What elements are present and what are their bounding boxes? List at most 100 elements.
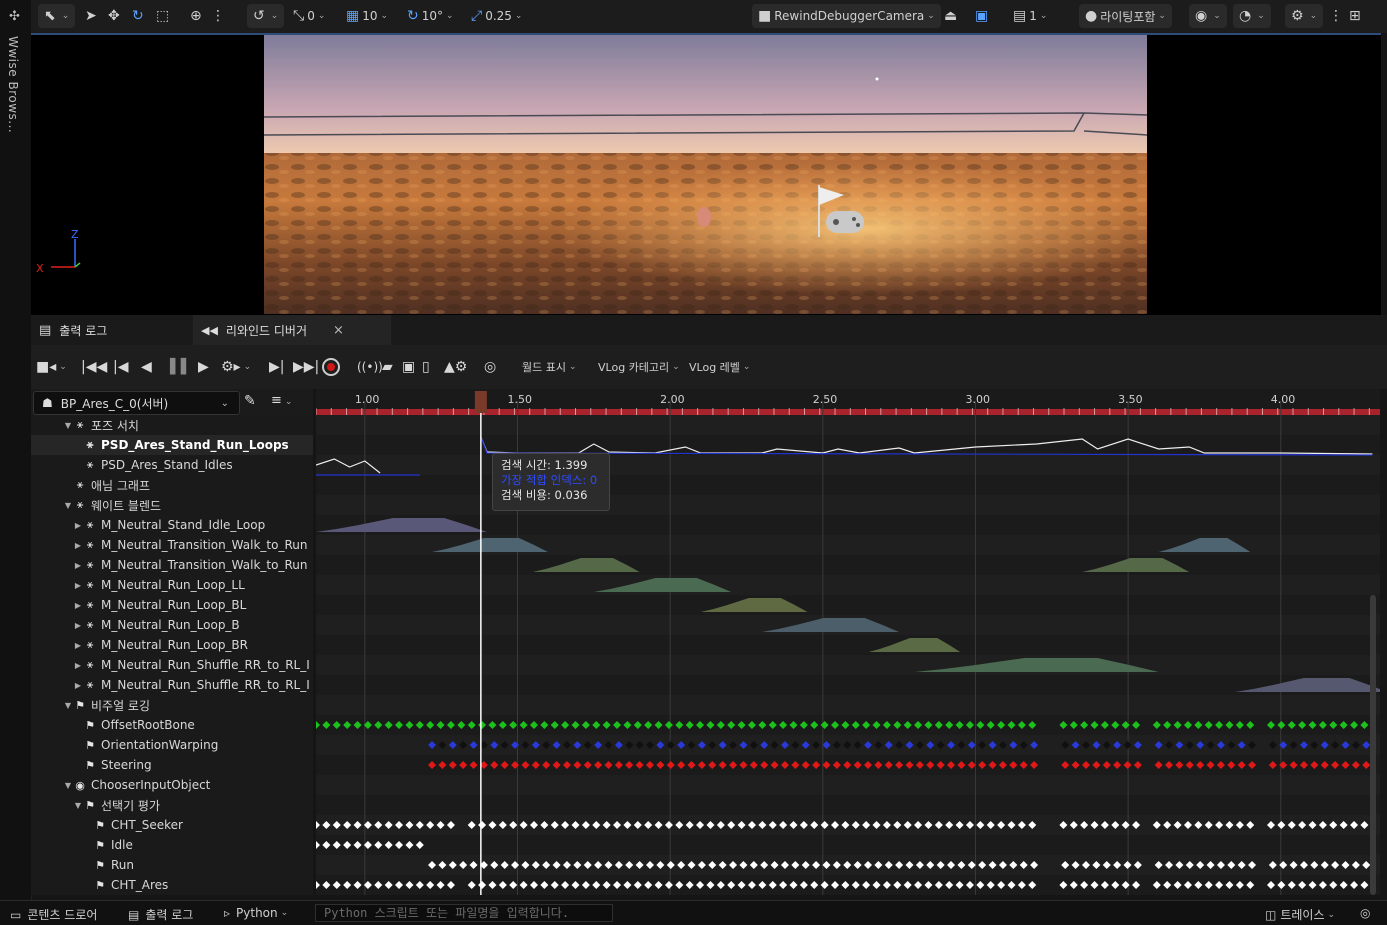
possess-button[interactable]: ▣	[975, 4, 991, 28]
tree-row[interactable]: ▼ ⚑ 비주얼 로깅	[31, 695, 313, 715]
tree-row[interactable]: ⚑ CHT_Ares	[31, 875, 313, 895]
jump-to-start-button[interactable]: |◀◀	[81, 357, 107, 377]
lighting-mode-dropdown[interactable]: ● 라이팅포함 ⌄	[1079, 4, 1172, 28]
tree-row[interactable]: ▼ ⚑ 선택기 평가	[31, 795, 313, 815]
tree-row[interactable]: ▶ ⚹ M_Neutral_Run_Loop_LL	[31, 575, 313, 595]
tree-row[interactable]: ▼ ◉ ChooserInputObject	[31, 775, 313, 795]
play-reverse-button[interactable]: ◀	[141, 357, 152, 377]
tab-output-log[interactable]: ▤ 출력 로그	[31, 315, 199, 345]
vlog-level-dropdown[interactable]: VLog 레벨 ⌄	[689, 359, 750, 375]
expand-down-icon[interactable]: ▼	[63, 701, 73, 710]
tree-row[interactable]: ▶ ⚹ M_Neutral_Transition_Walk_to_Run	[31, 535, 313, 555]
source-control-button[interactable]: ◎	[1360, 906, 1370, 920]
live-button[interactable]: ((•))	[357, 357, 383, 377]
collapse-right-icon[interactable]: ▶	[73, 581, 83, 590]
more-options-button[interactable]: ⋮	[211, 4, 228, 28]
viewport-count-dropdown[interactable]: ▤ 1 ⌄	[1013, 4, 1047, 28]
step-back-button[interactable]: |◀	[113, 357, 128, 377]
collapse-right-icon[interactable]: ▶	[73, 641, 83, 650]
expand-down-icon[interactable]: ▼	[63, 421, 73, 430]
surface-snap-button[interactable]: ↺ ⌄	[247, 4, 285, 28]
attach-button[interactable]: ▲⚙	[444, 357, 467, 377]
tree-row[interactable]: ⚑ OffsetRootBone	[31, 715, 313, 735]
collapse-right-icon[interactable]: ▶	[73, 621, 83, 630]
world-local-button[interactable]: ⊕	[190, 4, 205, 28]
tree-row[interactable]: ▼ ⚹ 웨이트 블렌드	[31, 495, 313, 515]
python-command-input[interactable]: Python 스크립트 또는 파일명을 입력합니다.	[315, 904, 613, 922]
tab-rewind-debugger[interactable]: ◀◀ 리와인드 디버거 ×	[193, 315, 391, 345]
tree-row[interactable]: ⚑ Steering	[31, 755, 313, 775]
layout-button[interactable]: ⊞	[1349, 4, 1364, 28]
timeline-track-area[interactable]: 1.00 1.50 2.00 2.50 3.00 3.50 4.00 검색 시간: 1.39…	[316, 389, 1380, 895]
actor-selector[interactable]: ☗ BP_Ares_C_0(서버) ⌄	[33, 391, 240, 415]
tree-row[interactable]: ⚹ PSD_Ares_Stand_Run_Loops	[31, 435, 313, 455]
expand-down-icon[interactable]: ▼	[63, 501, 73, 510]
select-tool-button[interactable]: ➤	[85, 4, 100, 28]
scale-snap-dropdown[interactable]: ⤢ 0.25 ⌄	[471, 4, 522, 28]
pause-button[interactable]: ▌▌	[170, 357, 192, 377]
close-icon[interactable]: ×	[333, 323, 344, 338]
move-icon: ✥	[108, 8, 120, 24]
snap-dropdown[interactable]: ⤡ 0 ⌄	[293, 4, 325, 28]
camera-dropdown[interactable]: ■ RewindDebuggerCamera ⌄	[752, 4, 941, 28]
collapse-right-icon[interactable]: ▶	[73, 521, 83, 530]
tree-row[interactable]: ⚹ 애님 그래프	[31, 475, 313, 495]
expand-down-icon[interactable]: ▼	[73, 801, 83, 810]
performance-dropdown[interactable]: ◔ ⌄	[1233, 4, 1271, 28]
tree-row[interactable]: ⚑ Idle	[31, 835, 313, 855]
play-button[interactable]: ▶	[198, 357, 209, 377]
select-mode-button[interactable]: ⬉ ⌄	[38, 4, 76, 28]
tree-row[interactable]: ▶ ⚹ M_Neutral_Transition_Walk_to_Run	[31, 555, 313, 575]
tree-row[interactable]: ▶ ⚹ M_Neutral_Run_Loop_B	[31, 615, 313, 635]
drag-handle-icon[interactable]: ✣	[9, 9, 20, 24]
tree-row[interactable]: ▶ ⚹ M_Neutral_Run_Shuffle_RR_to_RL_I	[31, 675, 313, 695]
collapse-right-icon[interactable]: ▶	[73, 681, 83, 690]
tree-row[interactable]: ⚑ Run	[31, 855, 313, 875]
settings-dropdown[interactable]: ⚙ ⌄	[1285, 4, 1324, 28]
wwise-browser-tab[interactable]: Wwise Brows...	[6, 36, 20, 133]
target-actor-button[interactable]: ◎	[484, 357, 496, 377]
level-viewport[interactable]: Z X	[31, 33, 1381, 315]
output-log-button[interactable]: ▤ 출력 로그	[128, 906, 193, 923]
show-flags-dropdown[interactable]: ◉ ⌄	[1189, 4, 1227, 28]
tree-row[interactable]: ▶ ⚹ M_Neutral_Stand_Idle_Loop	[31, 515, 313, 535]
jump-to-end-button[interactable]: ▶▶|	[293, 357, 319, 377]
play-options-dropdown[interactable]: ⚙▸ ⌄	[221, 357, 251, 377]
expand-down-icon[interactable]: ▼	[63, 781, 73, 790]
trace-dropdown[interactable]: ◫ 트레이스 ⌄	[1265, 906, 1335, 923]
save-file-button[interactable]: ▣	[402, 357, 415, 377]
vlog-category-dropdown[interactable]: VLog 카테고리 ⌄	[598, 359, 680, 375]
eject-button[interactable]: ⏏	[944, 4, 960, 28]
grid-value: 10	[362, 9, 378, 23]
collapse-right-icon[interactable]: ▶	[73, 601, 83, 610]
tree-row[interactable]: ▼ ⚹ 포즈 서치	[31, 415, 313, 435]
tree-row[interactable]: ⚹ PSD_Ares_Stand_Idles	[31, 455, 313, 475]
rotation-snap-dropdown[interactable]: ↻ 10° ⌄	[407, 4, 454, 28]
timeline-scrollbar[interactable]	[1370, 595, 1376, 895]
console-icon: ▹	[224, 906, 231, 920]
tree-row[interactable]: ⚑ OrientationWarping	[31, 735, 313, 755]
scale-tool-button[interactable]: ⬚	[156, 4, 172, 28]
filter-dropdown[interactable]: ≡ ⌄	[271, 393, 292, 408]
step-forward-button[interactable]: ▶|	[269, 357, 284, 377]
content-drawer-button[interactable]: ▭ 콘텐츠 드로어	[10, 906, 97, 923]
tree-row[interactable]: ▶ ⚹ M_Neutral_Run_Loop_BL	[31, 595, 313, 615]
collapse-right-icon[interactable]: ▶	[73, 541, 83, 550]
tree-row[interactable]: ▶ ⚹ M_Neutral_Run_Loop_BR	[31, 635, 313, 655]
world-display-dropdown[interactable]: 월드 표시 ⌄	[522, 359, 577, 375]
clear-button[interactable]: ▯	[422, 357, 430, 377]
record-button[interactable]	[322, 357, 340, 377]
timeline-svg[interactable]: 1.00 1.50 2.00 2.50 3.00 3.50 4.00	[316, 389, 1380, 895]
tree-row[interactable]: ▶ ⚹ M_Neutral_Run_Shuffle_RR_to_RL_I	[31, 655, 313, 675]
open-file-button[interactable]: ▰	[382, 357, 393, 377]
translate-tool-button[interactable]: ✥	[108, 4, 123, 28]
camera-mode-dropdown[interactable]: ■◂ ⌄	[36, 357, 67, 377]
rotate-tool-button[interactable]: ↻	[132, 4, 147, 28]
tree-row[interactable]: ⚑ CHT_Seeker	[31, 815, 313, 835]
python-dropdown[interactable]: ▹ Python ⌄	[224, 906, 288, 920]
eyedropper-button[interactable]: ✎	[244, 393, 256, 409]
collapse-right-icon[interactable]: ▶	[73, 661, 83, 670]
viewport-options-button[interactable]: ⋮	[1329, 4, 1346, 28]
grid-snap-dropdown[interactable]: ▦ 10 ⌄	[346, 4, 388, 28]
collapse-right-icon[interactable]: ▶	[73, 561, 83, 570]
